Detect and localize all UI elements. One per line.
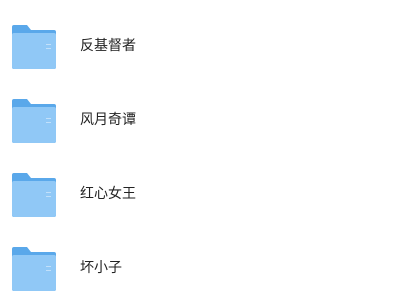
folder-icon (12, 173, 56, 217)
folder-icon (12, 247, 56, 291)
folder-name: 反基督者 (80, 38, 136, 54)
file-list: 反基督者 风月奇谭 红心女王 坏小子 (0, 0, 400, 299)
folder-item[interactable]: 反基督者 (0, 16, 400, 76)
folder-icon (12, 25, 56, 69)
folder-icon (12, 99, 56, 143)
folder-name: 风月奇谭 (80, 112, 136, 128)
folder-item[interactable]: 坏小子 (0, 238, 400, 298)
folder-name: 坏小子 (80, 260, 122, 276)
folder-item[interactable]: 风月奇谭 (0, 90, 400, 150)
folder-name: 红心女王 (80, 186, 136, 202)
folder-item[interactable]: 红心女王 (0, 164, 400, 224)
